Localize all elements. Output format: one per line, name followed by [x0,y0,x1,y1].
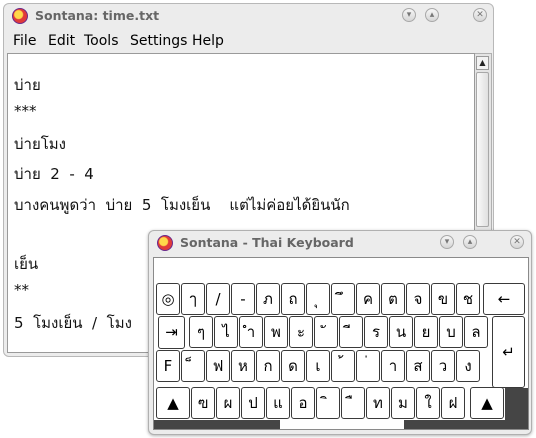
key[interactable]: ช [456,283,480,315]
backspace-key[interactable]: ← [483,283,525,315]
key[interactable]: ๆ [189,316,213,348]
key[interactable]: ส [406,350,430,382]
key[interactable]: ฝ [441,387,465,419]
text-line: บ่ายโมง [14,135,67,153]
key[interactable]: ่ [356,350,380,382]
key[interactable]: ุ [306,283,330,315]
sontana-app-icon [157,235,173,251]
keyboard-keys: ◎ ๅ / - ภ ถ ุ ึ ค ต จ ข ช ← ⇥ ๆ ไ ำ พ ะ … [153,257,529,430]
menu-tools[interactable]: Tools [84,33,119,49]
key[interactable]: ล [464,316,488,348]
key[interactable]: ถ [281,283,305,315]
key[interactable]: จ [406,283,430,315]
key[interactable]: ใ [416,387,440,419]
keyboard-filler-right-edge [505,388,528,420]
text-line: บ่าย [14,76,41,94]
key[interactable]: ผ [216,387,240,419]
key[interactable]: ป [241,387,265,419]
scrollbar-thumb[interactable] [476,72,489,227]
keyboard-filler [154,420,280,429]
key[interactable]: ม [391,387,415,419]
thai-keyboard-window: Sontana - Thai Keyboard ▾ ▴ ✕ ◎ ๅ / - ภ … [148,230,532,435]
key[interactable]: น [389,316,413,348]
menubar: File Edit Tools Settings Help [4,30,493,52]
key[interactable]: ้ [331,350,355,382]
key[interactable]: ต [381,283,405,315]
text-line: บางคนพูดว่า บ่าย 5 โมงเย็น แต่ไม่ค่อยได้… [14,196,350,214]
scroll-up-icon[interactable]: ▲ [476,56,489,70]
key[interactable]: อ [291,387,315,419]
menu-settings[interactable]: Settings [130,33,187,49]
key[interactable]: บ [439,316,463,348]
editor-title: Sontana: time.txt [35,8,160,23]
key[interactable]: ร [364,316,388,348]
key[interactable]: ึ [331,283,355,315]
keyboard-minimize-button[interactable]: ▾ [440,235,454,249]
key[interactable]: ภ [256,283,280,315]
key[interactable]: ค [356,283,380,315]
key[interactable]: เ [306,350,330,382]
key[interactable]: ฟ [206,350,230,382]
key[interactable]: ด [281,350,305,382]
menu-help[interactable]: Help [192,33,224,49]
editor-close-button[interactable]: ✕ [473,8,487,22]
editor-maximize-button[interactable]: ▴ [425,8,439,22]
sontana-app-icon [12,8,28,24]
key[interactable]: ื [341,387,365,419]
key[interactable]: ก [256,350,280,382]
editor-titlebar[interactable]: Sontana: time.txt ▾ ▴ ✕ [4,4,493,28]
keyboard-close-button[interactable]: ✕ [510,235,524,249]
key[interactable]: ั [314,316,338,348]
key[interactable]: ิ [316,387,340,419]
key[interactable]: ๅ [181,283,205,315]
enter-key[interactable]: ↵ [492,316,525,388]
key[interactable]: ข [431,283,455,315]
text-line: บ่าย 2 - 4 [14,165,94,183]
caps-key[interactable]: F [156,350,180,382]
key[interactable]: ำ [239,316,263,348]
tab-key[interactable]: ⇥ [158,316,185,349]
menu-edit[interactable]: Edit [48,33,75,49]
text-line: เย็น [14,255,39,273]
key[interactable]: ท [366,387,390,419]
key[interactable]: ◎ [156,283,180,315]
key[interactable]: ี [339,316,363,348]
key[interactable]: / [206,283,230,315]
key[interactable]: แ [266,387,290,419]
keyboard-titlebar[interactable]: Sontana - Thai Keyboard ▾ ▴ ✕ [149,231,531,255]
key[interactable]: ะ [289,316,313,348]
menu-file[interactable]: File [13,33,36,49]
key[interactable]: า [381,350,405,382]
key[interactable]: ไ [214,316,238,348]
key[interactable]: ง [456,350,480,382]
keyboard-maximize-button[interactable]: ▴ [463,235,477,249]
key[interactable]: ฃ [191,387,215,419]
key[interactable]: ็ [181,350,205,382]
key[interactable]: พ [264,316,288,348]
text-line: 5 โมงเย็น / โมง [14,314,132,332]
key[interactable]: ย [414,316,438,348]
left-shift-key[interactable]: ▲ [156,387,190,419]
text-line: *** [14,102,37,120]
key[interactable]: - [231,283,255,315]
key[interactable]: ว [431,350,455,382]
text-line: ** [14,281,29,299]
editor-minimize-button[interactable]: ▾ [402,8,416,22]
right-shift-key[interactable]: ▲ [470,387,504,419]
key[interactable]: ห [231,350,255,382]
keyboard-filler-right [404,420,528,429]
keyboard-title: Sontana - Thai Keyboard [180,235,354,250]
